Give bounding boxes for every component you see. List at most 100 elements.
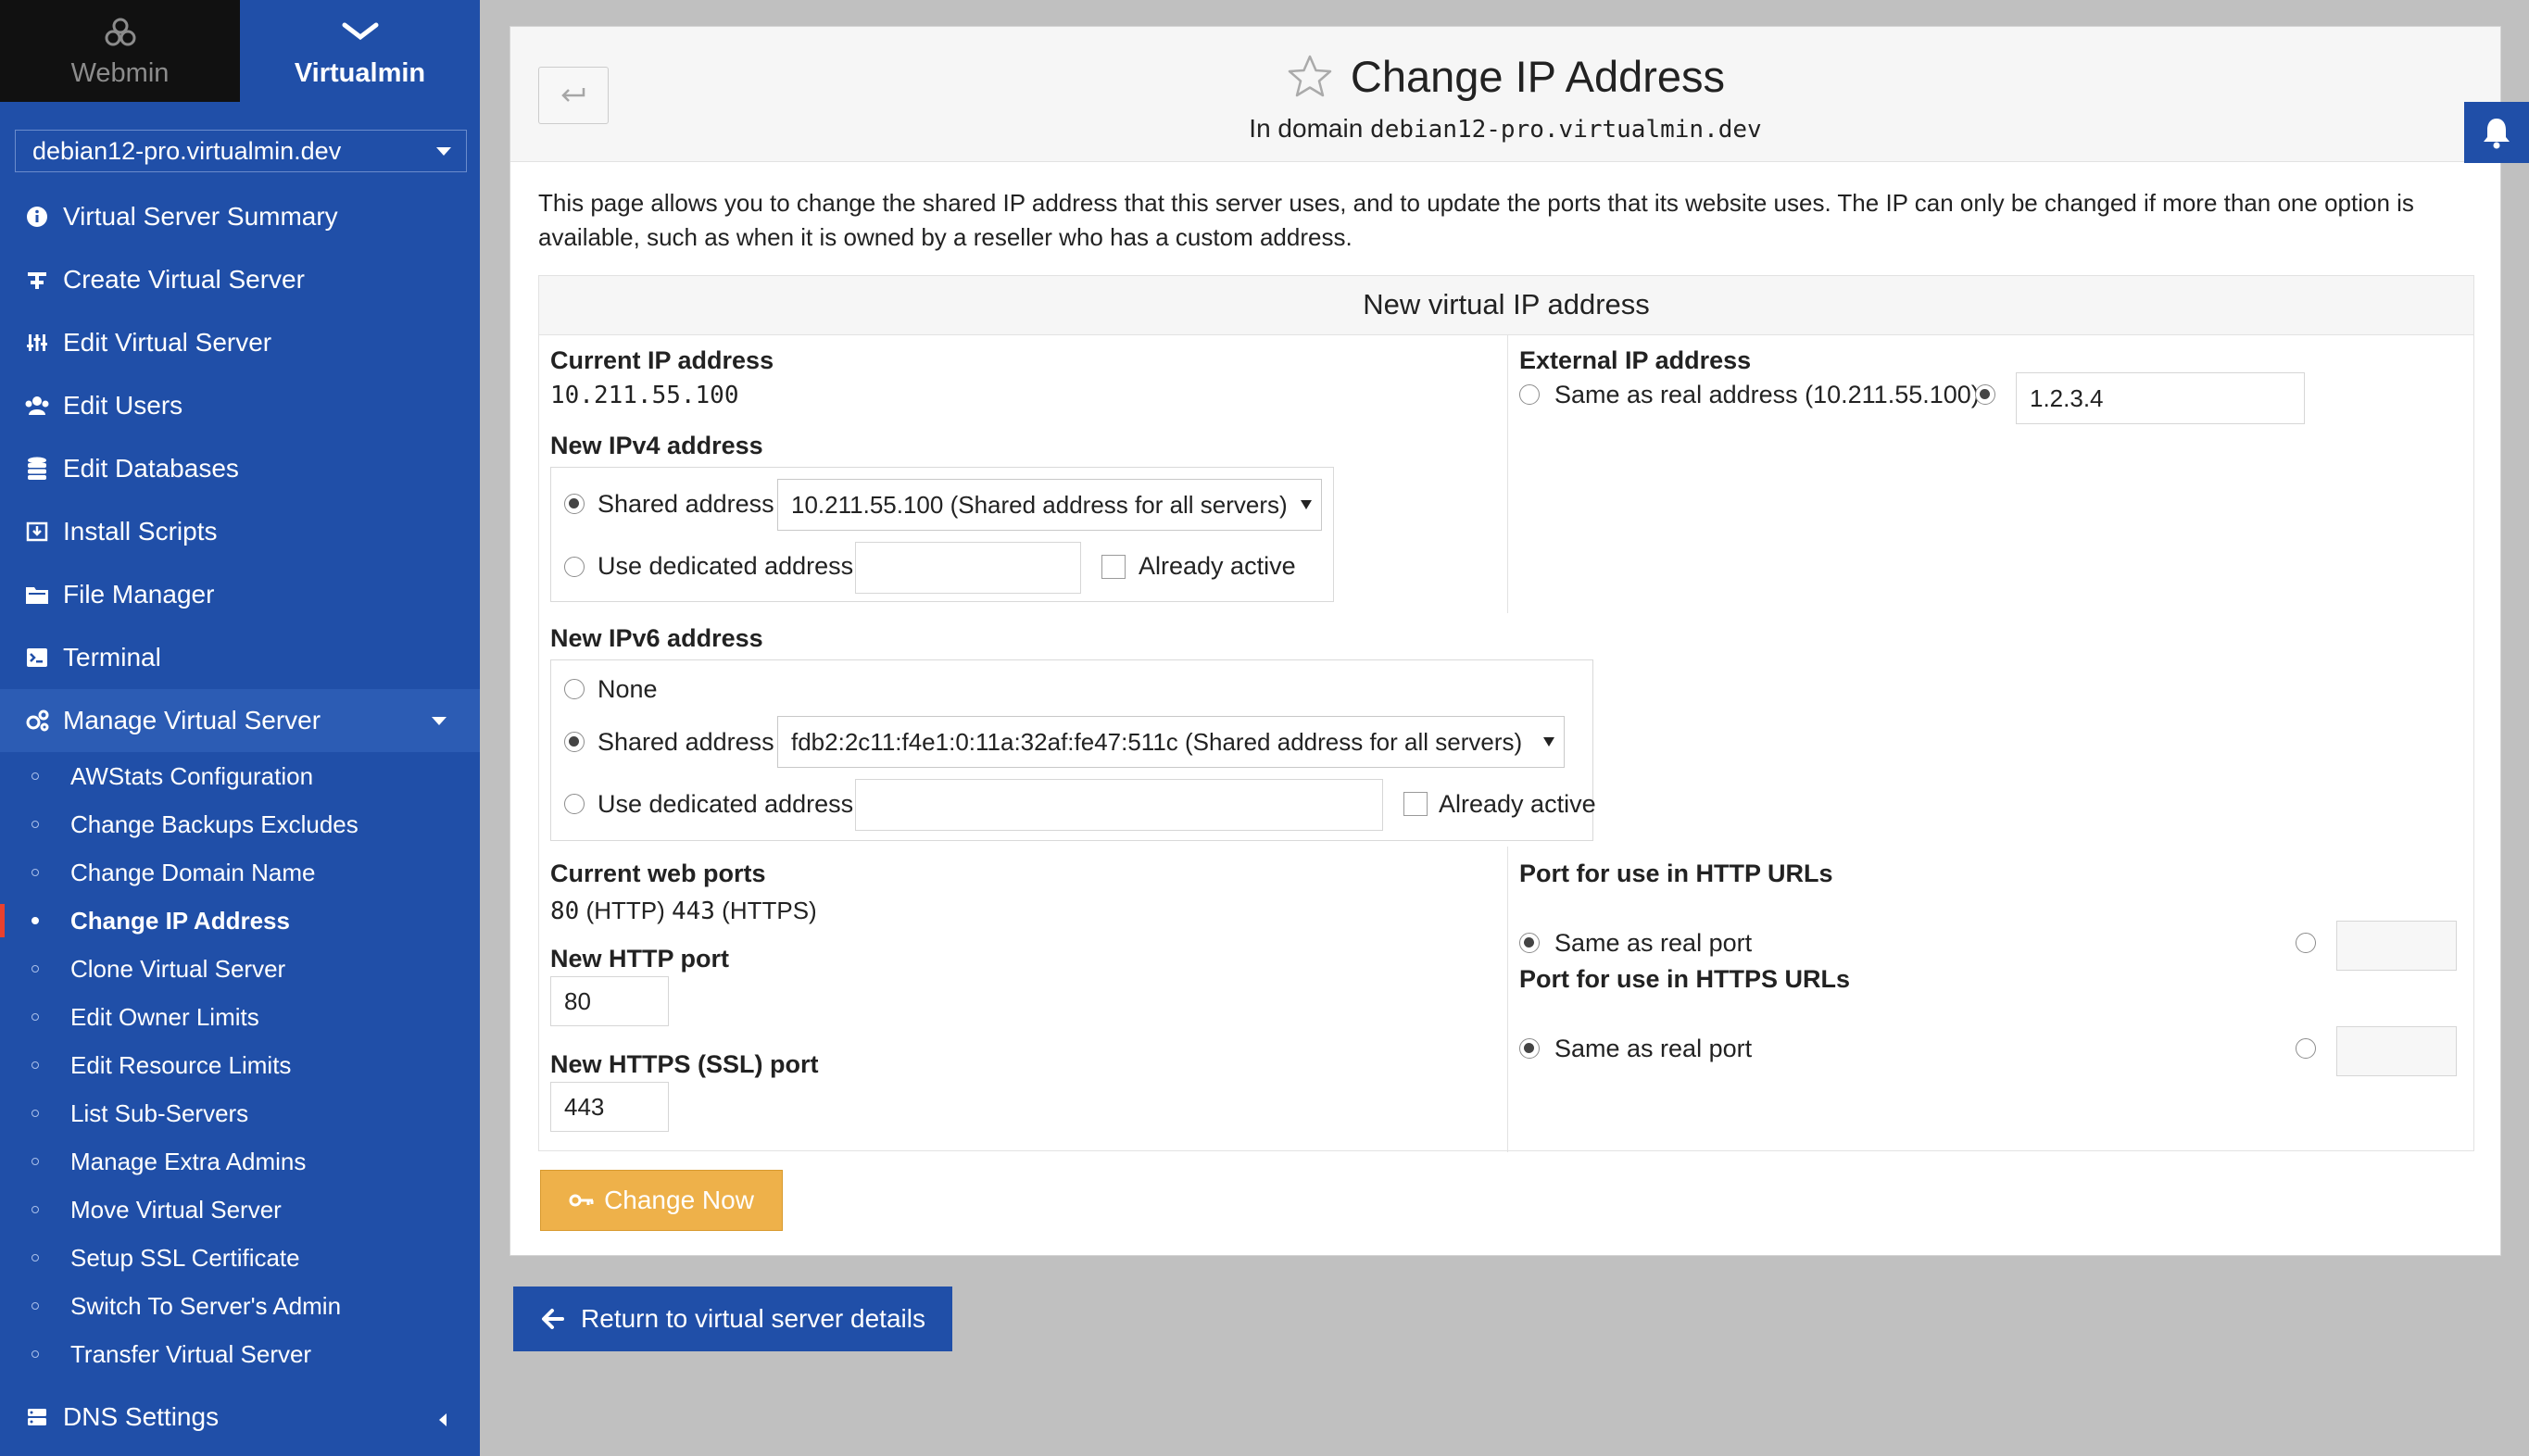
sidebar-item-label: Create Virtual Server — [63, 265, 305, 294]
dropdown-arrow-icon — [1543, 737, 1554, 747]
add-server-icon — [24, 267, 50, 293]
ipv6-none-radio[interactable] — [564, 679, 585, 699]
new-https-port-label: New HTTPS (SSL) port — [550, 1050, 819, 1078]
virtualmin-logo-icon — [342, 14, 379, 51]
current-ip-label: Current IP address — [550, 346, 774, 374]
bullet-icon — [31, 1206, 39, 1213]
sidebar-item-label: Install Scripts — [63, 517, 218, 546]
ipv4-shared-select-value: 10.211.55.100 (Shared address for all se… — [791, 490, 1288, 519]
current-ports-value: 80 (HTTP) 443 (HTTPS) — [550, 897, 817, 925]
subnav-item-list-sub-servers[interactable]: List Sub-Servers — [0, 1089, 480, 1137]
ipv4-dedicated-label: Use dedicated address — [598, 552, 854, 580]
webmin-tab[interactable]: Webmin — [0, 0, 240, 102]
users-icon — [24, 393, 50, 419]
sidebar-item-label: Edit Virtual Server — [63, 328, 272, 357]
key-icon — [569, 1194, 594, 1207]
bell-icon — [2484, 119, 2510, 149]
product-switcher: Webmin Virtualmin — [0, 0, 480, 102]
ipv4-dedicated-radio[interactable] — [564, 557, 585, 577]
external-ip-label: External IP address — [1519, 346, 1752, 374]
current-https-port-suffix: (HTTPS) — [714, 897, 817, 924]
new-https-port-input[interactable]: 443 — [550, 1082, 669, 1132]
virtualmin-tab[interactable]: Virtualmin — [240, 0, 480, 102]
subnav-item-manage-extra-admins[interactable]: Manage Extra Admins — [0, 1137, 480, 1186]
chevron-down-icon — [432, 717, 447, 725]
ipv4-dedicated-input[interactable] — [855, 542, 1081, 594]
sidebar-item-terminal[interactable]: Terminal — [0, 626, 480, 689]
ipv6-shared-radio[interactable] — [564, 732, 585, 752]
ipv6-already-active-checkbox[interactable] — [1403, 792, 1428, 816]
bullet-icon — [31, 869, 39, 876]
new-http-port-input[interactable]: 80 — [550, 976, 669, 1026]
subnav-item-change-backups-excludes[interactable]: Change Backups Excludes — [0, 800, 480, 848]
https-urls-custom-radio[interactable] — [2296, 1038, 2316, 1059]
page-title: Change IP Address — [1350, 52, 1726, 101]
sidebar-nav: Virtual Server Summary Create Virtual Se… — [0, 185, 480, 752]
webmin-logo-icon — [103, 14, 138, 51]
https-urls-port-input[interactable] — [2336, 1026, 2457, 1076]
subnav-item-change-domain-name[interactable]: Change Domain Name — [0, 848, 480, 897]
current-ip-value: 10.211.55.100 — [550, 382, 739, 409]
subnav-item-label: Manage Extra Admins — [70, 1147, 307, 1175]
bullet-icon — [31, 965, 39, 973]
domain-select[interactable]: debian12-pro.virtualmin.dev — [15, 130, 467, 172]
subnav-item-switch-to-servers-admin[interactable]: Switch To Server's Admin — [0, 1282, 480, 1330]
external-custom-radio[interactable] — [1975, 384, 1995, 405]
manage-virtual-server-submenu: AWStats Configuration Change Backups Exc… — [0, 752, 480, 1378]
subnav-item-transfer-virtual-server[interactable]: Transfer Virtual Server — [0, 1330, 480, 1378]
sidebar-item-label: Virtual Server Summary — [63, 202, 338, 231]
current-https-port: 443 — [671, 897, 715, 925]
subnav-item-clone-virtual-server[interactable]: Clone Virtual Server — [0, 945, 480, 993]
http-urls-port-label: Port for use in HTTP URLs — [1519, 860, 1833, 887]
sidebar-item-install-scripts[interactable]: Install Scripts — [0, 500, 480, 563]
ipv6-dedicated-label: Use dedicated address — [598, 790, 854, 818]
sidebar: Webmin Virtualmin debian12-pro.virtualmi… — [0, 0, 480, 1456]
subnav-item-label: Change IP Address — [70, 906, 290, 935]
ipv6-shared-select[interactable]: fdb2:2c11:f4e1:0:11a:32af:fe47:511c (Sha… — [777, 716, 1565, 768]
subnav-item-label: Move Virtual Server — [70, 1195, 282, 1224]
http-urls-same-radio[interactable] — [1519, 933, 1540, 953]
subnav-item-label: AWStats Configuration — [70, 761, 314, 790]
ipv6-dedicated-input[interactable] — [855, 779, 1383, 831]
subnav-item-move-virtual-server[interactable]: Move Virtual Server — [0, 1186, 480, 1234]
subnav-item-setup-ssl-certificate[interactable]: Setup SSL Certificate — [0, 1234, 480, 1282]
subnav-item-label: Switch To Server's Admin — [70, 1291, 342, 1320]
terminal-icon — [24, 645, 50, 671]
ipv4-already-active-label: Already active — [1139, 552, 1296, 580]
return-to-server-details-button[interactable]: Return to virtual server details — [513, 1287, 952, 1351]
ipv4-shared-radio[interactable] — [564, 494, 585, 514]
subnav-item-edit-resource-limits[interactable]: Edit Resource Limits — [0, 1041, 480, 1089]
subnav-item-edit-owner-limits[interactable]: Edit Owner Limits — [0, 993, 480, 1041]
database-icon — [24, 456, 50, 482]
ipv4-options-box: Shared address 10.211.55.100 (Shared add… — [550, 467, 1334, 602]
external-same-radio[interactable] — [1519, 384, 1540, 405]
new-ipv6-label: New IPv6 address — [550, 624, 763, 652]
http-urls-custom-radio[interactable] — [2296, 933, 2316, 953]
star-icon[interactable] — [1286, 53, 1334, 101]
sliders-icon — [24, 330, 50, 356]
sidebar-item-dns-settings[interactable]: DNS Settings — [0, 1386, 480, 1449]
sidebar-item-virtual-server-summary[interactable]: Virtual Server Summary — [0, 185, 480, 248]
sidebar-item-manage-virtual-server[interactable]: Manage Virtual Server — [0, 689, 480, 752]
sidebar-item-file-manager[interactable]: File Manager — [0, 563, 480, 626]
download-icon — [24, 519, 50, 545]
bullet-icon — [31, 1110, 39, 1117]
sidebar-item-edit-virtual-server[interactable]: Edit Virtual Server — [0, 311, 480, 374]
subnav-item-label: Change Backups Excludes — [70, 810, 359, 838]
sidebar-item-edit-users[interactable]: Edit Users — [0, 374, 480, 437]
ip-form: New virtual IP address Current IP addres… — [538, 275, 2474, 1152]
sidebar-item-edit-databases[interactable]: Edit Databases — [0, 437, 480, 500]
subnav-item-change-ip-address[interactable]: Change IP Address — [0, 897, 480, 945]
https-urls-same-radio[interactable] — [1519, 1038, 1540, 1059]
http-urls-same-label: Same as real port — [1554, 929, 1753, 957]
change-now-button[interactable]: Change Now — [540, 1170, 783, 1231]
ipv4-already-active-checkbox[interactable] — [1101, 555, 1126, 579]
notifications-button[interactable] — [2464, 102, 2529, 163]
external-ip-input[interactable]: 1.2.3.4 — [2016, 372, 2305, 424]
ipv4-shared-select[interactable]: 10.211.55.100 (Shared address for all se… — [777, 479, 1322, 531]
current-http-port: 80 — [550, 897, 580, 925]
http-urls-port-input[interactable] — [2336, 921, 2457, 971]
sidebar-item-create-virtual-server[interactable]: Create Virtual Server — [0, 248, 480, 311]
ipv6-dedicated-radio[interactable] — [564, 794, 585, 814]
subnav-item-awstats-configuration[interactable]: AWStats Configuration — [0, 752, 480, 800]
